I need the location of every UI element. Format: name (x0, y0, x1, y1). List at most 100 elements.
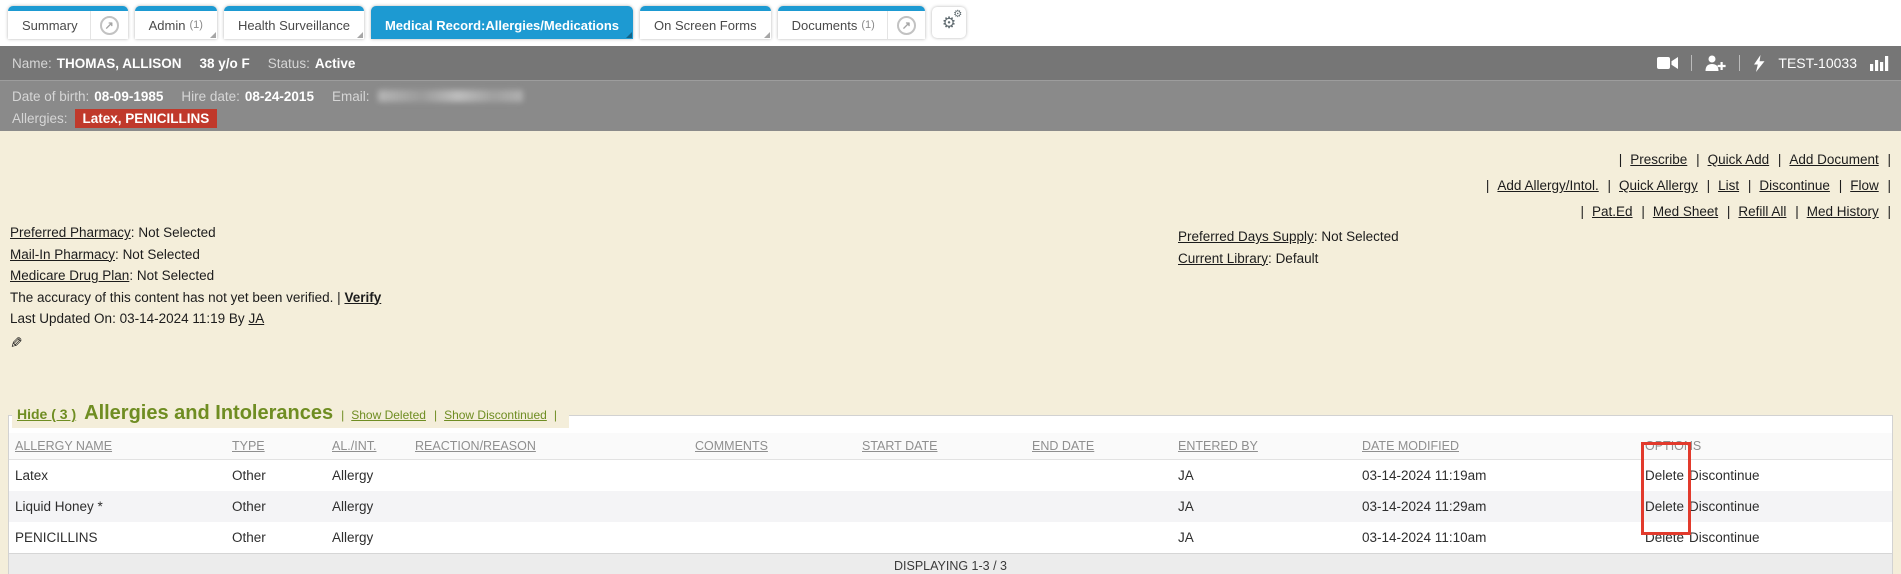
cell-start-date (856, 460, 1026, 492)
col-al-int[interactable]: AL./INT. (326, 433, 409, 460)
tab-summary-popout[interactable]: ↗ (90, 11, 128, 39)
discontinue-link[interactable]: Discontinue (1689, 468, 1760, 483)
cell-options: Delete Discontinue (1639, 491, 1892, 522)
patient-age-sex: 38 y/o F (200, 56, 250, 71)
bar-chart-icon[interactable] (1870, 55, 1889, 71)
medicare-drug-plan-link[interactable]: Medicare Drug Plan (10, 268, 129, 283)
settings-button[interactable]: ⚙ ⚙ (932, 7, 966, 38)
cell-type: Other (226, 491, 326, 522)
preferred-days-supply-link[interactable]: Preferred Days Supply (1178, 229, 1314, 244)
col-type[interactable]: TYPE (226, 433, 326, 460)
accuracy-text: The accuracy of this content has not yet… (10, 290, 341, 305)
table-row: PENICILLINS Other Allergy JA 03-14-2024 … (9, 522, 1892, 553)
table-row: Liquid Honey * Other Allergy JA 03-14-20… (9, 491, 1892, 522)
delete-link[interactable]: Delete (1645, 530, 1684, 545)
discontinue-link[interactable]: Discontinue (1689, 530, 1760, 545)
tab-label: Documents (792, 18, 858, 33)
cell-start-date (856, 522, 1026, 553)
cell-reaction (409, 460, 689, 492)
cell-comments (689, 460, 856, 492)
tab-documents-popout[interactable]: ↗ (887, 11, 925, 39)
lightning-bolt-icon[interactable] (1753, 55, 1765, 72)
preferred-pharmacy-link[interactable]: Preferred Pharmacy (10, 225, 131, 240)
cell-comments (689, 522, 856, 553)
cell-start-date (856, 491, 1026, 522)
table-row: Latex Other Allergy JA 03-14-2024 11:19a… (9, 460, 1892, 492)
cell-comments (689, 491, 856, 522)
med-sheet-link[interactable]: Med Sheet (1653, 204, 1718, 219)
discontinue-link[interactable]: Discontinue (1759, 178, 1830, 193)
cell-entered-by: JA (1172, 460, 1356, 492)
tab-medical-record-allergies-medications[interactable]: Medical Record:Allergies/Medications (371, 6, 633, 39)
colon: : (1268, 251, 1272, 266)
pencil-icon[interactable]: ✎ (10, 333, 23, 355)
external-link-icon: ↗ (100, 16, 119, 35)
col-options: OPTIONS (1639, 433, 1892, 460)
hide-section-link[interactable]: Hide ( 3 ) (17, 401, 76, 427)
email-label: Email: (332, 89, 370, 104)
cell-date-modified: 03-14-2024 11:19am (1356, 460, 1639, 492)
tab-health-surveillance[interactable]: Health Surveillance (224, 6, 364, 39)
allergy-alert-badge: Latex, PENICILLINS (75, 109, 218, 128)
list-link[interactable]: List (1718, 178, 1739, 193)
show-deleted-link[interactable]: Show Deleted (351, 408, 426, 422)
quick-allergy-link[interactable]: Quick Allergy (1619, 178, 1698, 193)
verify-link[interactable]: Verify (344, 290, 381, 305)
patient-dob: 08-09-1985 (94, 89, 163, 104)
tab-count-badge: (1) (861, 19, 874, 31)
colon: : (129, 268, 133, 283)
flow-link[interactable]: Flow (1850, 178, 1879, 193)
medicare-drug-plan-value: Not Selected (137, 268, 214, 283)
patient-hire-date: 08-24-2015 (245, 89, 314, 104)
allergies-label: Allergies: (12, 111, 68, 126)
col-date-modified[interactable]: DATE MODIFIED (1356, 433, 1639, 460)
quick-add-link[interactable]: Quick Add (1708, 152, 1770, 167)
prescribe-link[interactable]: Prescribe (1630, 152, 1687, 167)
gear-icon: ⚙ (953, 9, 962, 20)
col-allergy-name[interactable]: ALLERGY NAME (9, 433, 226, 460)
med-history-link[interactable]: Med History (1807, 204, 1879, 219)
delete-link[interactable]: Delete (1645, 468, 1684, 483)
tab-label: Health Surveillance (238, 18, 350, 33)
add-document-link[interactable]: Add Document (1789, 152, 1878, 167)
discontinue-link[interactable]: Discontinue (1689, 499, 1760, 514)
mail-in-pharmacy-link[interactable]: Mail-In Pharmacy (10, 247, 115, 262)
cell-al-int: Allergy (326, 522, 409, 553)
last-updated-by-link[interactable]: JA (248, 311, 264, 326)
tab-label: Summary (22, 18, 78, 33)
patient-bar-toolbar: TEST-10033 (1657, 55, 1889, 72)
refill-all-link[interactable]: Refill All (1738, 204, 1786, 219)
cell-entered-by: JA (1172, 491, 1356, 522)
add-person-icon[interactable] (1705, 55, 1726, 71)
cell-end-date (1026, 522, 1172, 553)
col-comments[interactable]: COMMENTS (689, 433, 856, 460)
cell-options: Delete Discontinue (1639, 522, 1892, 553)
cell-end-date (1026, 460, 1172, 492)
table-header-row: ALLERGY NAME TYPE AL./INT. REACTION/REAS… (9, 433, 1892, 460)
status-label: Status: (268, 56, 310, 71)
col-entered-by[interactable]: ENTERED BY (1172, 433, 1356, 460)
patient-name: THOMAS, ALLISON (57, 56, 182, 71)
tab-summary[interactable]: Summary ↗ (8, 6, 128, 39)
col-reaction-reason[interactable]: REACTION/REASON (409, 433, 689, 460)
colon: : (131, 225, 135, 240)
pat-ed-link[interactable]: Pat.Ed (1592, 204, 1633, 219)
current-library-value: Default (1276, 251, 1319, 266)
delete-link[interactable]: Delete (1645, 499, 1684, 514)
col-start-date[interactable]: START DATE (856, 433, 1026, 460)
allergies-table: ALLERGY NAME TYPE AL./INT. REACTION/REAS… (9, 433, 1892, 553)
allergies-panel: Hide ( 3 ) Allergies and Intolerances Sh… (8, 415, 1893, 574)
tab-admin[interactable]: Admin (1) (135, 6, 217, 39)
video-camera-icon[interactable] (1657, 56, 1678, 70)
cell-type: Other (226, 522, 326, 553)
col-end-date[interactable]: END DATE (1026, 433, 1172, 460)
tab-documents[interactable]: Documents (1) ↗ (778, 6, 925, 39)
cell-date-modified: 03-14-2024 11:10am (1356, 522, 1639, 553)
tab-on-screen-forms[interactable]: On Screen Forms (640, 6, 771, 39)
current-library-link[interactable]: Current Library (1178, 251, 1268, 266)
email-redacted (378, 90, 523, 102)
add-allergy-intol-link[interactable]: Add Allergy/Intol. (1497, 178, 1598, 193)
show-discontinued-link[interactable]: Show Discontinued (444, 408, 547, 422)
cell-entered-by: JA (1172, 522, 1356, 553)
action-link-row-2: Add Allergy/Intol. Quick Allergy List Di… (1486, 173, 1891, 199)
